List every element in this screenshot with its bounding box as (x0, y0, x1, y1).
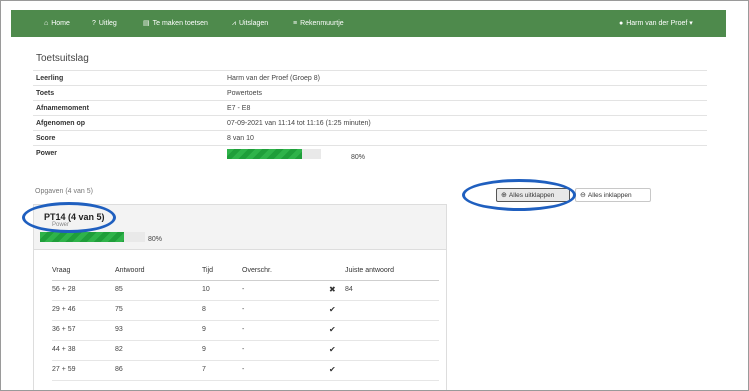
answer-cell: 85 (115, 286, 123, 293)
chart-icon: ⩘ (232, 20, 236, 27)
answer-cell: 86 (115, 366, 123, 373)
summary-label: Leerling (36, 75, 64, 82)
summary-row: Afgenomen op 07-09-2021 van 11:14 tot 11… (33, 115, 707, 130)
summary-row-power: Power 80% (33, 145, 707, 167)
summary-label: Power (36, 150, 58, 157)
summary-value: Powertoets (227, 90, 263, 97)
table-row: 29 + 46 75 8 - ✔ (52, 301, 439, 321)
list-icon: ≡ (293, 20, 298, 27)
summary-value: E7 - E8 (227, 105, 251, 112)
user-name: Harm van der Proef (626, 20, 688, 27)
nav-label: Home (51, 20, 70, 27)
table-row: 56 + 28 85 10 - ✖ 84 (52, 281, 439, 301)
power-progress-bar (227, 149, 321, 159)
summary-label: Afnamemoment (36, 105, 89, 112)
collapse-all-button[interactable]: ⊖ Alles inklappen (575, 188, 651, 202)
page-frame: ⌂ Home ? Uitleg ▤ Te maken toetsen ⩘ Uitslag… (0, 0, 749, 391)
column-header: Overschr. (242, 267, 272, 274)
highlight-opgave-title (22, 202, 116, 233)
nav-label: Uitleg (98, 20, 117, 27)
overtime-cell: - (242, 346, 245, 353)
home-icon: ⌂ (44, 20, 49, 27)
power-progress-fill (227, 149, 303, 159)
answer-cell: 82 (115, 346, 123, 353)
minus-circle-icon: ⊖ (580, 192, 586, 199)
question-cell: 29 + 46 (52, 306, 76, 313)
collapse-all-label: Alles inklappen (587, 192, 632, 199)
check-icon: ✔ (329, 345, 336, 354)
nav-rekenmuurtje[interactable]: ≡ Rekenmuurtje (293, 10, 344, 37)
correct-answer-cell: 84 (345, 286, 353, 293)
summary-row: Toets Powertoets (33, 85, 707, 100)
answer-cell: 93 (115, 326, 123, 333)
question-cell: 56 + 28 (52, 286, 76, 293)
nav-uitslagen[interactable]: ⩘ Uitslagen (232, 10, 268, 37)
overtime-cell: - (242, 366, 245, 373)
question-circle-icon: ? (92, 20, 96, 27)
time-cell: 10 (202, 286, 210, 293)
column-header: Antwoord (115, 267, 145, 274)
summary-row: Leerling Harm van der Proef (Groep 8) (33, 70, 707, 85)
column-header: Tijd (202, 267, 214, 274)
answers-table: Vraag Antwoord Tijd Overschr. Juiste ant… (52, 263, 439, 381)
question-cell: 44 + 38 (52, 346, 76, 353)
column-header: Vraag (52, 267, 71, 274)
column-header: Juiste antwoord (345, 267, 395, 274)
summary-label: Afgenomen op (36, 120, 85, 127)
page-title: Toetsuitslag (36, 53, 89, 64)
summary-value: 8 van 10 (227, 135, 254, 142)
time-cell: 9 (202, 346, 206, 353)
check-icon: ✔ (329, 325, 336, 334)
opgave-card: PT14 (4 van 5) Power 80% Vraag Antwoord … (33, 204, 447, 390)
opgave-percentage: 80% (148, 236, 163, 243)
nav-uitleg[interactable]: ? Uitleg (92, 10, 117, 37)
summary-row: Score 8 van 10 (33, 130, 707, 145)
summary-value: Harm van der Proef (Groep 8) (227, 75, 320, 82)
table-row: 27 + 59 86 7 - ✔ (52, 361, 439, 381)
summary-row: Afnamemoment E7 - E8 (33, 100, 707, 115)
check-icon: ✔ (329, 365, 336, 374)
opgave-progress-fill (40, 232, 124, 242)
table-row: 44 + 38 82 9 - ✔ (52, 341, 439, 361)
summary-label: Score (36, 135, 56, 142)
user-icon: ● (619, 20, 624, 27)
time-cell: 9 (202, 326, 206, 333)
answers-table-header: Vraag Antwoord Tijd Overschr. Juiste ant… (52, 263, 439, 281)
cross-icon: ✖ (329, 285, 336, 294)
nav-label: Uitslagen (238, 20, 269, 27)
summary-value: 07-09-2021 van 11:14 tot 11:16 (1:25 min… (227, 120, 371, 127)
time-cell: 8 (202, 306, 206, 313)
navbar: ⌂ Home ? Uitleg ▤ Te maken toetsen ⩘ Uitslag… (11, 10, 726, 37)
overtime-cell: - (242, 286, 245, 293)
question-cell: 36 + 57 (52, 326, 76, 333)
file-icon: ▤ (143, 20, 150, 27)
answers-table-body: 56 + 28 85 10- ✖ 84 29 + 46 75 8- ✔ 36 + 57 93 9- ✔ 4… (52, 281, 439, 381)
power-percentage: 80% (351, 154, 366, 161)
highlight-expand-button (462, 179, 576, 211)
summary-label: Toets (36, 90, 55, 97)
nav-label: Rekenmuurtje (300, 20, 344, 27)
answer-cell: 75 (115, 306, 123, 313)
nav-home[interactable]: ⌂ Home (44, 10, 70, 37)
nav-te-maken-toetsen[interactable]: ▤ Te maken toetsen (143, 10, 208, 37)
opgave-progress-bar (40, 232, 145, 242)
overtime-cell: - (242, 326, 245, 333)
table-row: 36 + 57 93 9 - ✔ (52, 321, 439, 341)
user-menu[interactable]: ● Harm van der Proef ▾ (619, 10, 693, 37)
chevron-down-icon: ▾ (689, 20, 693, 27)
nav-label: Te maken toetsen (152, 20, 208, 27)
time-cell: 7 (202, 366, 206, 373)
overtime-cell: - (242, 306, 245, 313)
summary-table: Leerling Harm van der Proef (Groep 8) To… (33, 70, 707, 167)
opgaven-label: Opgaven (4 van 5) (35, 188, 93, 195)
check-icon: ✔ (329, 305, 336, 314)
question-cell: 27 + 59 (52, 366, 76, 373)
